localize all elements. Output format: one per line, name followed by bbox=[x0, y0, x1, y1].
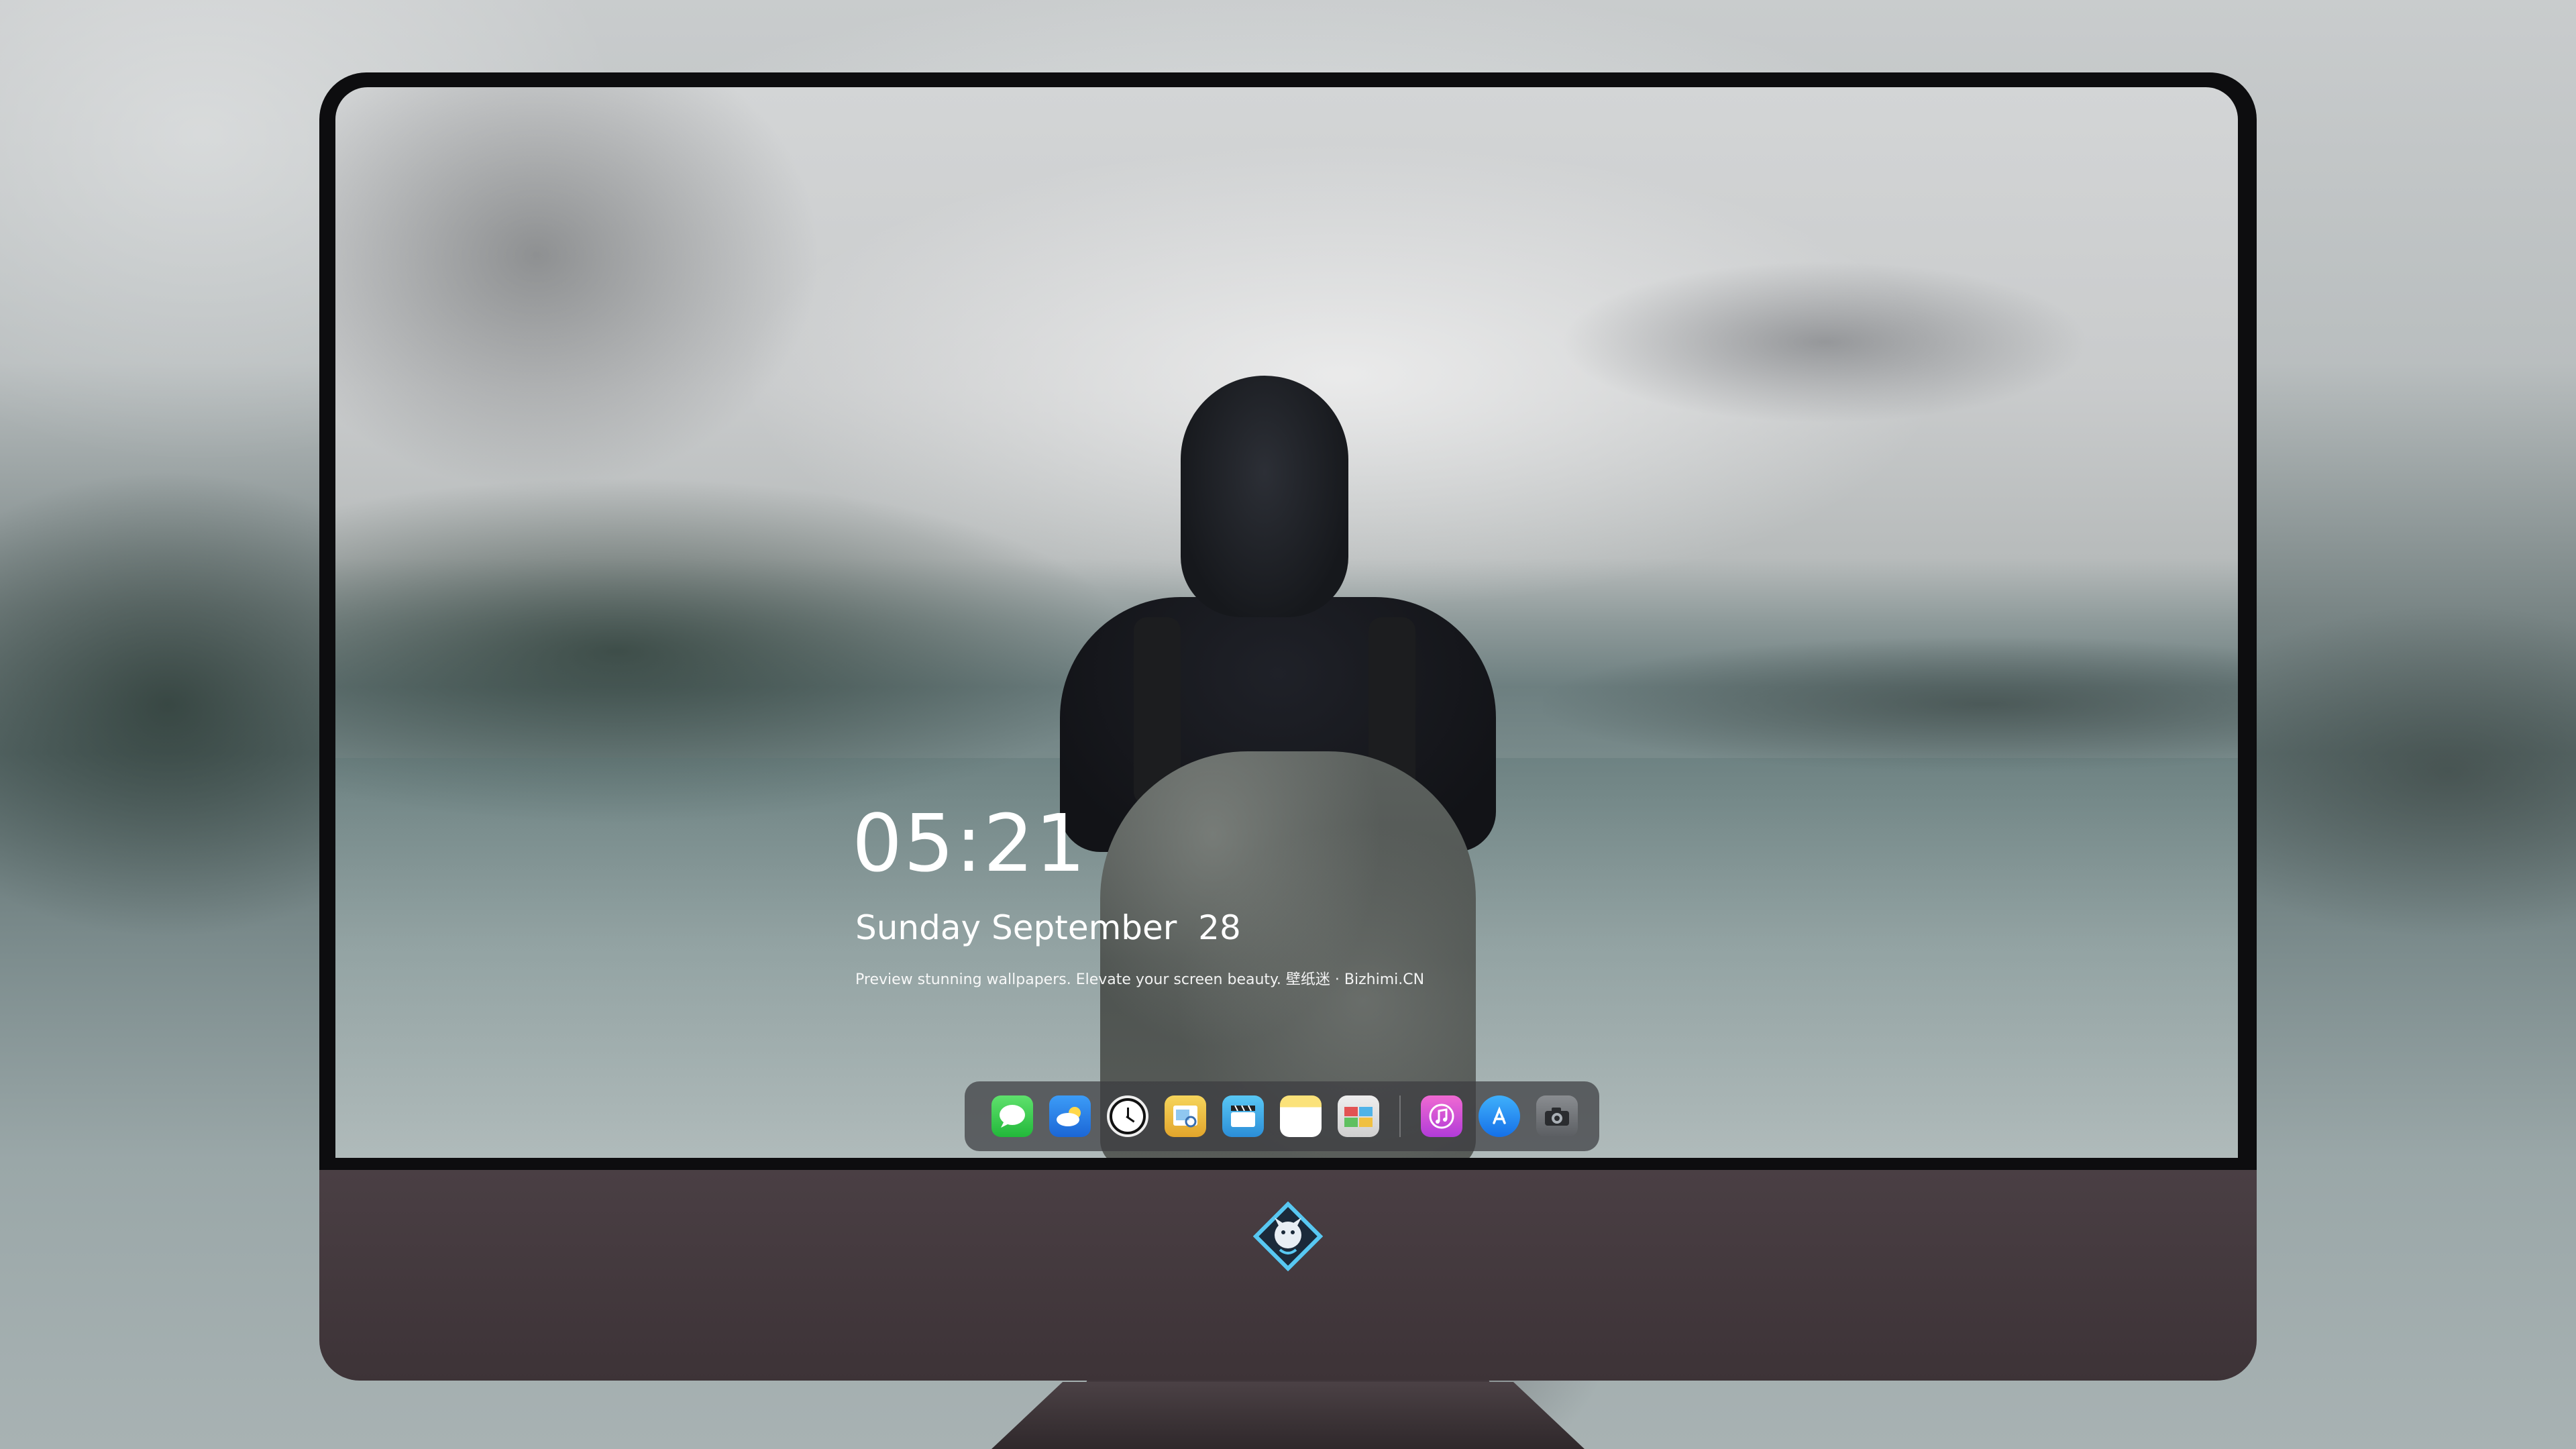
dragon-logo-icon bbox=[1253, 1201, 1323, 1271]
wallpaper-mountain-right bbox=[1422, 208, 2227, 476]
lock-screen: 05:21 Sunday September 28 Preview stunni… bbox=[335, 87, 2238, 1158]
itunes-icon[interactable] bbox=[1421, 1095, 1462, 1137]
clock-icon[interactable] bbox=[1107, 1095, 1148, 1137]
weather-icon[interactable] bbox=[1049, 1095, 1091, 1137]
wallpaper-tagline: Preview stunning wallpapers. Elevate you… bbox=[855, 971, 1425, 988]
camera-icon[interactable] bbox=[1536, 1095, 1578, 1137]
preview-icon[interactable] bbox=[1165, 1095, 1206, 1137]
monitor-stand-base bbox=[991, 1382, 1585, 1449]
clock-time: 05:21 bbox=[852, 797, 1087, 890]
clips-icon[interactable] bbox=[1222, 1095, 1264, 1137]
wallpaper-person bbox=[1060, 376, 1529, 1158]
photo-booth-icon[interactable] bbox=[1338, 1095, 1379, 1137]
app-store-icon[interactable] bbox=[1479, 1095, 1520, 1137]
dock-separator bbox=[1399, 1095, 1401, 1137]
dock bbox=[965, 1081, 1599, 1151]
notes-icon[interactable] bbox=[1280, 1095, 1322, 1137]
scene: 05:21 Sunday September 28 Preview stunni… bbox=[0, 0, 2576, 1449]
messages-icon[interactable] bbox=[991, 1095, 1033, 1137]
clock-date: Sunday September 28 bbox=[855, 908, 1241, 947]
